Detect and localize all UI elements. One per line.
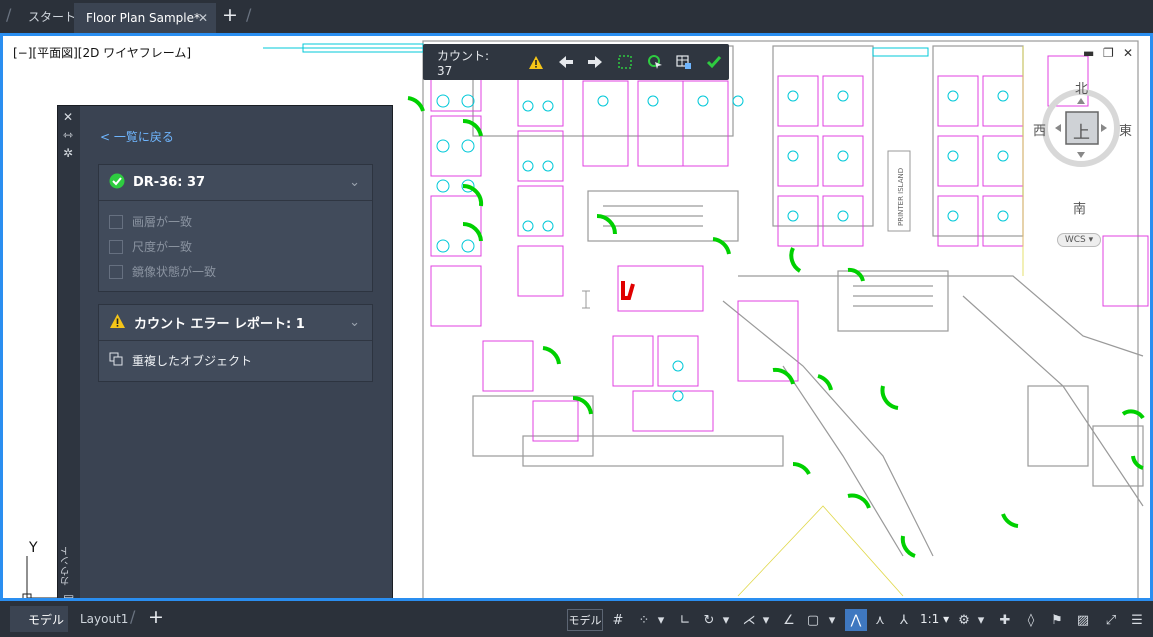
viewcube-east[interactable]: 東 (1119, 120, 1132, 139)
tab-model[interactable]: モデル (10, 606, 68, 632)
tab-separator: / (6, 5, 12, 24)
insert-table-icon[interactable] (670, 47, 700, 77)
chevron-down-icon[interactable]: ▾ (975, 609, 987, 631)
tab-start[interactable]: スタート (14, 3, 76, 29)
document-tab-bar: / スタート Floor Plan Sample* ✕ + / (0, 0, 1153, 33)
chevron-down-icon[interactable]: ⌄ (349, 315, 360, 330)
check-row-layer: 画層が一致 (99, 209, 372, 234)
close-viewport-icon[interactable]: ✕ (1123, 46, 1133, 60)
plus-icon[interactable]: ✚ (994, 609, 1016, 631)
palette-title-strip[interactable]: ✕ ⇿ ✲ カウント ▤ (58, 106, 80, 601)
auto-scale-icon[interactable]: ⋏ (869, 609, 891, 631)
add-layout-button[interactable]: + (148, 606, 164, 628)
chevron-down-icon[interactable]: ▾ (760, 609, 772, 631)
chevron-down-icon[interactable]: ⌄ (349, 175, 360, 190)
count-palette-icon: ▤ (63, 592, 75, 601)
chevron-down-icon[interactable]: ▾ (655, 609, 667, 631)
ortho-icon[interactable]: ∟ (674, 609, 696, 631)
block-card-header[interactable]: DR-36: 37 ⌄ (99, 165, 372, 201)
check-label: 尺度が一致 (132, 240, 193, 254)
customization-menu-icon[interactable]: ☰ (1126, 609, 1148, 631)
object-snap-tracking-icon[interactable]: ∠ (778, 609, 800, 631)
model-tab-label: モデル (28, 612, 65, 627)
viewcube-south[interactable]: 南 (1073, 198, 1086, 217)
warning-icon (109, 313, 126, 333)
warning-icon[interactable] (521, 47, 551, 77)
tab-floor-plan-label: Floor Plan Sample* (86, 11, 201, 25)
drawing-viewport[interactable]: PRINTER ISLAND [−][平面図][2D ワイヤフレーム] カウント… (0, 33, 1153, 601)
ucs-y-label: Y (29, 540, 38, 556)
count-value: 37 (437, 63, 453, 78)
duplicate-objects-label: 重複したオブジェクト (132, 353, 253, 368)
viewcube-north[interactable]: 北 (1075, 78, 1088, 97)
checkmark-icon[interactable] (699, 47, 729, 77)
tab-floor-plan-sample[interactable]: Floor Plan Sample* ✕ (74, 3, 216, 33)
tab-start-label: スタート (28, 9, 77, 24)
auto-hide-icon[interactable]: ⇿ (63, 128, 73, 142)
close-icon[interactable]: ✕ (198, 11, 208, 25)
arrow-right-icon[interactable] (581, 47, 611, 77)
tab-separator: / (130, 607, 136, 626)
error-report-title: カウント エラー レポート: 1 (134, 317, 305, 332)
scale-match-checkbox[interactable] (109, 239, 123, 254)
annotation-scale-icon[interactable]: ⅄ (893, 609, 915, 631)
error-report-card: カウント エラー レポート: 1 ⌄ 重複したオブジェクト (98, 304, 373, 382)
tab-separator: / (246, 5, 252, 24)
annotation-visibility-icon[interactable]: ⋀ (845, 609, 867, 631)
restore-viewport-icon[interactable]: ❐ (1103, 46, 1114, 60)
isolate-objects-icon[interactable]: ⚑ (1046, 609, 1068, 631)
tab-layout1[interactable]: Layout1 (80, 606, 128, 632)
duplicate-object-highlight[interactable] (621, 281, 635, 300)
viewport-controls-label[interactable]: [−][平面図][2D ワイヤフレーム] (11, 44, 194, 61)
graphics-performance-icon[interactable]: ▨ (1072, 609, 1094, 631)
printer-island-label: PRINTER ISLAND (897, 168, 905, 226)
back-to-list-link[interactable]: < 一覧に戻る (100, 128, 174, 145)
viewcube-west[interactable]: 西 (1033, 120, 1046, 139)
minimize-viewport-icon[interactable]: ▬ (1083, 46, 1094, 60)
select-object-icon[interactable] (640, 47, 670, 77)
clean-screen-icon[interactable]: ⤢ (1100, 609, 1122, 631)
check-label: 鏡像状態が一致 (132, 265, 217, 279)
layer-match-checkbox[interactable] (109, 214, 123, 229)
count-palette: ✕ ⇿ ✲ カウント ▤ < 一覧に戻る DR-36: 37 ⌄ 画層が一致 尺… (57, 105, 393, 601)
palette-title: カウント (61, 546, 72, 586)
snap-mode-icon[interactable]: ⁘ (633, 609, 655, 631)
check-label: 画層が一致 (132, 215, 193, 229)
quick-properties-icon[interactable]: ◊ (1020, 609, 1042, 631)
arrow-left-icon[interactable] (551, 47, 581, 77)
isodraft-icon[interactable]: ⋌ (738, 609, 760, 631)
count-toolbar-label: カウント: 37 (437, 48, 490, 78)
layout-tab-label: Layout1 (80, 612, 129, 626)
viewcube[interactable]: 北 南 西 東 上 WCS ▾ (1033, 76, 1133, 247)
duplicate-objects-item[interactable]: 重複したオブジェクト (99, 341, 372, 379)
status-bar: モデル Layout1 / + モデル # ⁘ ▾ ∟ ↻ ▾ ⋌ ▾ ∠ ▢ … (0, 601, 1153, 637)
error-report-header[interactable]: カウント エラー レポート: 1 ⌄ (99, 305, 372, 341)
model-space-button[interactable]: モデル (567, 609, 603, 631)
count-toolbar: カウント: 37 (423, 44, 729, 80)
annotation-scale-value[interactable]: 1:1 ▾ (920, 612, 949, 626)
check-row-mirror: 鏡像状態が一致 (99, 259, 372, 284)
zoom-to-selection-icon[interactable] (610, 47, 640, 77)
check-row-scale: 尺度が一致 (99, 234, 372, 259)
mirror-match-checkbox[interactable] (109, 264, 123, 279)
grid-icon[interactable]: # (607, 609, 629, 631)
chevron-down-icon[interactable]: ▾ (720, 609, 732, 631)
block-card-title: DR-36: 37 (133, 175, 206, 190)
polar-tracking-icon[interactable]: ↻ (698, 609, 720, 631)
wcs-menu-button[interactable]: WCS ▾ (1057, 233, 1101, 247)
gear-icon[interactable]: ⚙ (953, 609, 975, 631)
properties-icon[interactable]: ✲ (63, 146, 73, 160)
close-palette-icon[interactable]: ✕ (63, 110, 73, 124)
new-tab-button[interactable]: + (222, 4, 238, 26)
chevron-down-icon[interactable]: ▾ (826, 609, 838, 631)
viewcube-top-face[interactable]: 上 (1073, 118, 1090, 143)
duplicate-icon (109, 352, 123, 369)
object-snap-icon[interactable]: ▢ (802, 609, 824, 631)
check-circle-icon (109, 173, 125, 193)
block-card: DR-36: 37 ⌄ 画層が一致 尺度が一致 鏡像状態が一致 (98, 164, 373, 292)
